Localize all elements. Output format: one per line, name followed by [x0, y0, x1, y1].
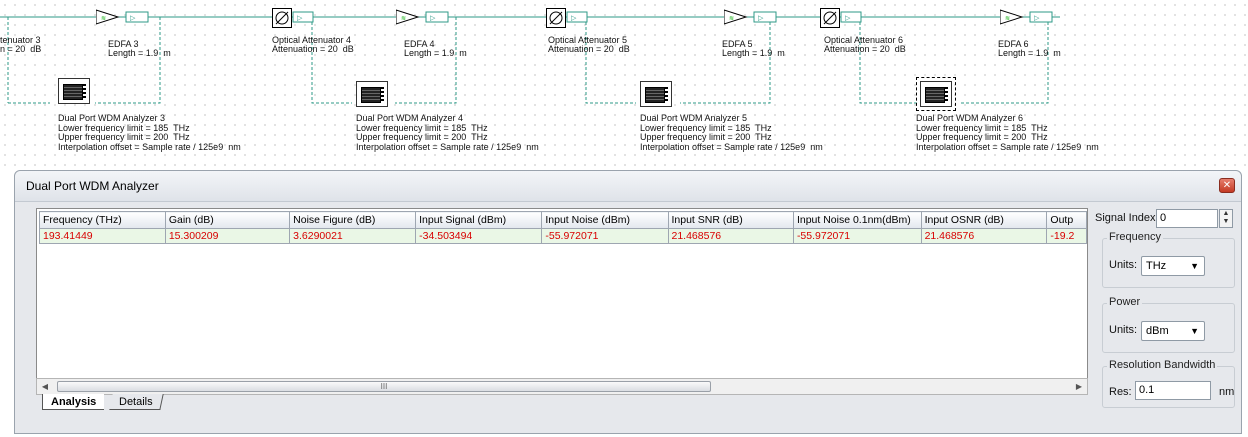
- panel-title: Dual Port WDM Analyzer: [26, 179, 159, 193]
- analyzer-label: Dual Port WDM Analyzer 3 Lower frequency …: [58, 113, 241, 152]
- wdm-analyzer-6-selected[interactable]: [916, 77, 956, 111]
- signal-index-stepper[interactable]: ▲ ▼: [1219, 209, 1233, 228]
- edfa-3-symbol[interactable]: ≋ ▷: [96, 9, 156, 27]
- edfa-6-symbol[interactable]: ≋ ▷: [1000, 9, 1060, 27]
- svg-text:▷: ▷: [758, 15, 764, 22]
- table-cell: 21.468576: [667, 228, 794, 244]
- component-label: EDFA 6 Length = 1.9 m: [998, 39, 1061, 58]
- column-header[interactable]: Input Noise 0.1nm(dBm): [792, 211, 922, 229]
- column-header[interactable]: Input Noise (dBm): [541, 211, 669, 229]
- attenuator-6-port: ▷: [840, 11, 862, 23]
- frequency-units-label: Units:: [1109, 259, 1138, 271]
- power-units-value: dBm: [1146, 325, 1169, 337]
- analyzer-label: Dual Port WDM Analyzer 4 Lower frequency …: [356, 113, 539, 152]
- svg-text:≋: ≋: [1005, 16, 1010, 22]
- analyzer-panel: Dual Port WDM Analyzer ✕ Frequency (THz)…: [14, 170, 1242, 434]
- svg-text:▷: ▷: [1034, 15, 1040, 22]
- component-label: EDFA 4 Length = 1.9 m: [404, 39, 467, 58]
- scroll-grip: III: [380, 382, 388, 391]
- table-cell: -55.972071: [792, 228, 922, 244]
- attenuator-4-port: ▷: [292, 11, 314, 23]
- attenuator-5-symbol[interactable]: [546, 8, 566, 28]
- tab-details[interactable]: Details: [109, 394, 164, 410]
- component-label: Optical Attenuator 4 Attenuation = 20 dB: [272, 35, 354, 54]
- table-cell: -34.503494: [415, 228, 543, 244]
- table-cell: 3.6290021: [289, 228, 417, 244]
- analyzer-label: Dual Port WDM Analyzer 5 Lower frequency …: [640, 113, 823, 152]
- scroll-left-icon[interactable]: ◀: [37, 379, 53, 394]
- wdm-analyzer-5[interactable]: [640, 81, 672, 107]
- component-label: Optical Attenuator 5 Attenuation = 20 dB: [548, 35, 630, 54]
- analyzer-label: Dual Port WDM Analyzer 6 Lower frequency …: [916, 113, 1099, 152]
- svg-text:▷: ▷: [297, 15, 303, 22]
- tab-analysis[interactable]: Analysis: [42, 394, 105, 410]
- power-units-label: Units:: [1109, 324, 1138, 336]
- component-label: tenuator 3n = 20 dB: [0, 35, 42, 54]
- column-header[interactable]: Input OSNR (dB): [920, 211, 1048, 229]
- signal-index-label: Signal Index:: [1095, 212, 1159, 224]
- svg-text:≋: ≋: [101, 16, 106, 22]
- chevron-down-icon: ▼: [1190, 326, 1199, 336]
- svg-text:▷: ▷: [430, 15, 436, 22]
- res-unit: nm: [1219, 386, 1235, 398]
- frequency-group-title: Frequency: [1107, 231, 1163, 243]
- svg-text:▷: ▷: [130, 15, 136, 22]
- schematic-canvas[interactable]: ≋ ▷ ▷ ≋ ▷ ▷ ≋ ▷ ▷ ≋ ▷ tenuator 3 n = 20 …: [0, 0, 1248, 166]
- table-cell: 193.41449: [39, 228, 166, 244]
- frequency-group: Frequency Units: THz ▼: [1102, 231, 1235, 288]
- wdm-analyzer-3[interactable]: [58, 78, 90, 104]
- resolution-group-title: Resolution Bandwidth: [1107, 359, 1218, 371]
- component-label: Optical Attenuator 6 Attenuation = 20 dB: [824, 35, 906, 54]
- close-icon[interactable]: ✕: [1219, 178, 1235, 193]
- table-row[interactable]: 193.41449 15.300209 3.6290021 -34.503494…: [39, 228, 1087, 244]
- column-header[interactable]: Frequency (THz): [39, 211, 166, 229]
- table-cell: 21.468576: [920, 228, 1048, 244]
- column-header[interactable]: Gain (dB): [164, 211, 291, 229]
- tab-details-label: Details: [119, 396, 153, 408]
- svg-text:≋: ≋: [401, 16, 406, 22]
- results-table-area[interactable]: Frequency (THz) Gain (dB) Noise Figure (…: [36, 208, 1088, 379]
- power-units-select[interactable]: dBm ▼: [1141, 321, 1205, 341]
- attenuator-6-symbol[interactable]: [820, 8, 840, 28]
- panel-title-bar[interactable]: Dual Port WDM Analyzer ✕: [15, 171, 1241, 202]
- table-cell: 15.300209: [164, 228, 291, 244]
- column-header[interactable]: Input Signal (dBm): [415, 211, 543, 229]
- svg-text:▷: ▷: [845, 15, 851, 22]
- svg-text:≋: ≋: [729, 16, 734, 22]
- results-table: Frequency (THz) Gain (dB) Noise Figure (…: [39, 211, 1087, 244]
- frequency-units-value: THz: [1146, 260, 1167, 272]
- chevron-down-icon: ▼: [1190, 261, 1199, 271]
- column-header[interactable]: Outp: [1046, 211, 1087, 229]
- res-field[interactable]: 0.1: [1135, 381, 1211, 400]
- edfa-5-symbol[interactable]: ≋ ▷: [724, 9, 784, 27]
- frequency-units-select[interactable]: THz ▼: [1141, 256, 1205, 276]
- res-label: Res:: [1109, 386, 1132, 398]
- edfa-4-symbol[interactable]: ≋ ▷: [396, 9, 456, 27]
- power-group-title: Power: [1107, 296, 1143, 308]
- component-label: EDFA 5 Length = 1.9 m: [722, 39, 785, 58]
- svg-text:▷: ▷: [571, 15, 577, 22]
- horizontal-scrollbar[interactable]: ◀ III ▶: [36, 378, 1088, 395]
- component-label: EDFA 3 Length = 1.9 m: [108, 39, 171, 58]
- column-header[interactable]: Noise Figure (dB): [289, 211, 417, 229]
- table-header-row: Frequency (THz) Gain (dB) Noise Figure (…: [39, 211, 1087, 229]
- settings-sidebar: Signal Index: 0 ▲ ▼ Frequency Units: THz ▼…: [1090, 208, 1236, 408]
- scroll-right-icon[interactable]: ▶: [1071, 379, 1087, 394]
- power-group: Power Units: dBm ▼: [1102, 296, 1235, 353]
- signal-index-field[interactable]: 0: [1156, 209, 1218, 228]
- scroll-thumb[interactable]: III: [57, 381, 711, 392]
- column-header[interactable]: Input SNR (dB): [667, 211, 794, 229]
- resolution-group: Resolution Bandwidth Res: 0.1 nm: [1102, 359, 1235, 408]
- wdm-analyzer-4[interactable]: [356, 81, 388, 107]
- table-cell: -55.972071: [541, 228, 669, 244]
- attenuator-5-port: ▷: [566, 11, 588, 23]
- attenuator-4-symbol[interactable]: [272, 8, 292, 28]
- table-cell: -19.2: [1046, 228, 1087, 244]
